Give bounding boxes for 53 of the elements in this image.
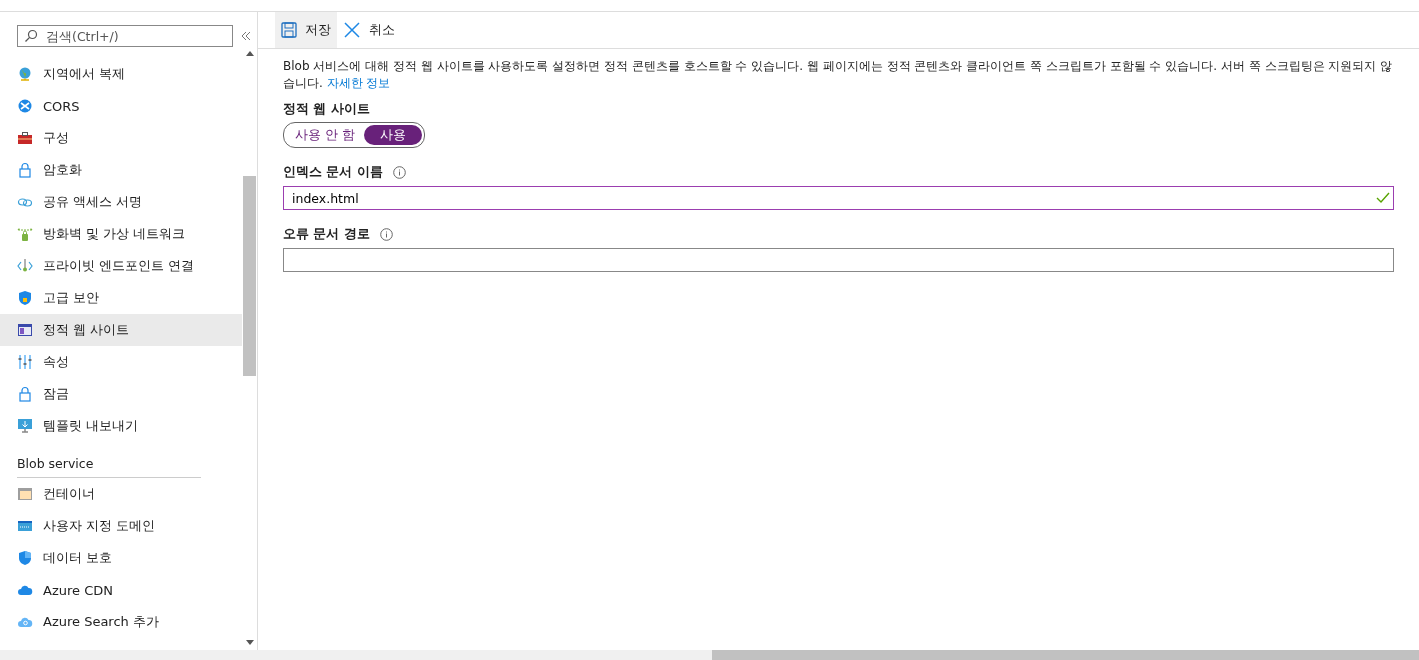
site-icon [17, 322, 33, 338]
collapse-icon[interactable] [239, 29, 253, 43]
checkmark-icon [1376, 192, 1390, 204]
scroll-up-icon[interactable] [245, 51, 254, 56]
sidebar-item[interactable]: 사용자 지정 도메인 [0, 510, 242, 542]
search-field[interactable]: 검색(Ctrl+/) [17, 25, 233, 47]
sidebar-item[interactable]: Azure Search 추가 [0, 606, 242, 638]
sidebar-item[interactable]: 구성 [0, 122, 242, 154]
scroll-down-icon[interactable] [245, 640, 254, 645]
sidebar-item[interactable]: 데이터 보호 [0, 542, 242, 574]
globe-icon [17, 66, 33, 82]
lock-icon [17, 162, 33, 178]
sidebar-item[interactable]: Azure CDN [0, 574, 242, 606]
firewall-icon [17, 226, 33, 242]
sidebar-item[interactable]: CORS [0, 90, 242, 122]
sidebar-item[interactable]: 속성 [0, 346, 242, 378]
field-label: 오류 문서 경로 [283, 226, 370, 243]
shield2-icon [17, 550, 33, 566]
sidebar-item[interactable]: 방화벽 및 가상 네트워크 [0, 218, 242, 250]
info-icon[interactable] [379, 228, 393, 241]
shield-icon [17, 290, 33, 306]
sidebar-item[interactable]: 고급 보안 [0, 282, 242, 314]
toggle-switch[interactable]: 사용 안 함 사용 [283, 122, 426, 148]
scrollbar[interactable] [0, 650, 1419, 660]
sidebar-item[interactable]: 프라이빗 엔드포인트 연결 [0, 250, 242, 282]
text-field[interactable] [283, 248, 1394, 272]
save-icon [281, 22, 297, 38]
toggle-option[interactable]: 사용 [364, 125, 423, 145]
info-icon[interactable] [392, 166, 406, 179]
learn-more-link[interactable]: 자세한 정보 [326, 76, 391, 90]
close-icon [343, 21, 361, 39]
save-button[interactable]: 저장 [275, 12, 337, 48]
sidebar-item[interactable]: 템플릿 내보내기 [0, 410, 242, 442]
download-icon [17, 418, 33, 434]
text-field[interactable]: index.html [283, 186, 1394, 210]
sidebar-item[interactable]: 컨테이너 [0, 478, 242, 510]
sidebar-item[interactable]: 지역에서 복제 [0, 58, 242, 90]
sidebar-item[interactable]: 암호화 [0, 154, 242, 186]
endpoint-icon [17, 258, 33, 274]
toolbox-icon [17, 130, 33, 146]
sidebar-item[interactable]: 잠금 [0, 378, 242, 410]
sidebar-item[interactable]: 공유 액세스 서명 [0, 186, 242, 218]
section-heading: Blob service [16, 455, 95, 473]
field-label: 인덱스 문서 이름 [283, 164, 383, 181]
container-icon [17, 486, 33, 502]
toggle-option[interactable]: 사용 안 함 [286, 125, 365, 145]
search-icon [24, 29, 38, 43]
lock-icon [17, 386, 33, 402]
domain-icon [17, 518, 33, 534]
field-label: 정적 웹 사이트 [283, 101, 371, 118]
sidebar-item[interactable]: 정적 웹 사이트 [0, 314, 242, 346]
description-text: Blob 서비스에 대해 정적 웹 사이트를 사용하도록 설정하면 정적 콘텐츠를 호스트할 수 있습니다. 웹 페이지에는 정적 콘텐츠와 클라이언트 쪽 스크립트가 포함될 수 있습니다. 서버 쪽 스크립팅은 지원되지 않습니다. 자세한 정보 [283, 58, 1394, 92]
cancel-button[interactable]: 취소 [337, 12, 401, 48]
